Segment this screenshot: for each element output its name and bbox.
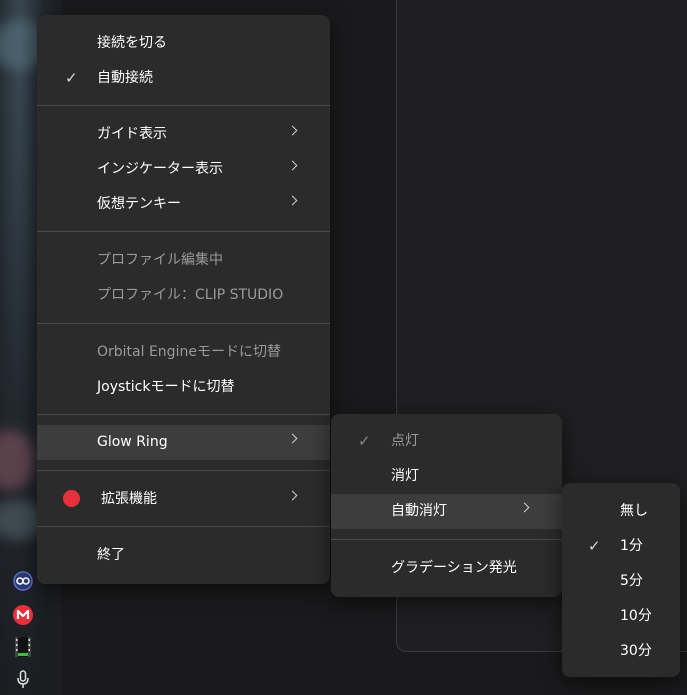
menu-item-disconnect[interactable]: 接続を切る	[37, 26, 330, 61]
menu-item-30min[interactable]: 30分	[562, 634, 680, 669]
menu-item-guide-display[interactable]: ガイド表示	[37, 117, 330, 152]
main-context-menu: 接続を切る ✓ 自動接続 ガイド表示 インジケーター表示 仮想テンキー プロファ…	[37, 15, 330, 584]
glow-ring-submenu: ✓ 点灯 消灯 自動消灯 グラデーション発光	[331, 414, 562, 597]
menu-item-label: 自動消灯	[391, 503, 447, 519]
menu-item-label: 30分	[620, 643, 652, 659]
menu-item-virtual-numpad[interactable]: 仮想テンキー	[37, 187, 330, 222]
chevron-right-icon	[287, 490, 298, 501]
menu-item-extensions[interactable]: 拡張機能	[37, 482, 330, 517]
menu-item-indicator-display[interactable]: インジケーター表示	[37, 152, 330, 187]
menu-item-label: Joystickモードに切替	[97, 379, 235, 395]
menu-separator	[37, 323, 330, 324]
menu-item-glow-ring[interactable]: Glow Ring	[37, 425, 330, 460]
menu-separator	[37, 414, 330, 415]
menu-item-10min[interactable]: 10分	[562, 599, 680, 634]
menu-item-label: Glow Ring	[97, 434, 168, 450]
film-icon[interactable]	[12, 636, 34, 658]
menu-separator	[37, 231, 330, 232]
chevron-right-icon	[287, 433, 298, 444]
chevron-right-icon	[287, 195, 298, 206]
menu-item-5min[interactable]: 5分	[562, 564, 680, 599]
menu-item-gradient-glow[interactable]: グラデーション発光	[331, 551, 562, 586]
menu-item-orbital-engine-mode: Orbital Engineモードに切替	[37, 335, 330, 370]
menu-item-profile-editing: プロファイル編集中	[37, 243, 330, 278]
menu-item-label: ガイド表示	[97, 126, 167, 142]
menu-item-auto-connect[interactable]: ✓ 自動接続	[37, 61, 330, 96]
checkmark-icon: ✓	[65, 69, 78, 87]
menu-item-label: 消灯	[391, 468, 419, 484]
menu-separator	[37, 105, 330, 106]
menu-item-1min[interactable]: ✓ 1分	[562, 529, 680, 564]
checkmark-icon: ✓	[588, 537, 601, 555]
orbital-engine-icon[interactable]	[12, 570, 34, 592]
menu-separator	[37, 526, 330, 527]
gmail-icon[interactable]	[12, 604, 34, 626]
menu-item-light-off[interactable]: 消灯	[331, 459, 562, 494]
chevron-right-icon	[287, 125, 298, 136]
status-dot-icon	[63, 490, 80, 507]
menu-separator	[331, 539, 562, 540]
menu-separator	[37, 470, 330, 471]
chevron-right-icon	[519, 502, 530, 513]
menu-item-exit[interactable]: 終了	[37, 538, 330, 573]
menu-item-label: Orbital Engineモードに切替	[97, 344, 281, 360]
menu-item-label: 自動接続	[97, 70, 153, 86]
menu-item-label: 仮想テンキー	[97, 196, 181, 212]
menu-item-label: グラデーション発光	[391, 560, 517, 576]
menu-item-label: インジケーター表示	[97, 161, 223, 177]
menu-item-profile-name: プロファイル：CLIP STUDIO	[37, 278, 330, 313]
microphone-icon[interactable]	[12, 668, 34, 690]
menu-item-label: 無し	[620, 503, 648, 519]
menu-item-none[interactable]: 無し	[562, 494, 680, 529]
menu-item-label: 拡張機能	[101, 491, 157, 507]
menu-item-label: プロファイル：CLIP STUDIO	[97, 287, 284, 303]
menu-item-label: 点灯	[391, 433, 419, 449]
menu-item-label: 接続を切る	[97, 35, 167, 51]
auto-off-submenu: 無し ✓ 1分 5分 10分 30分	[562, 483, 680, 677]
menu-item-auto-off[interactable]: 自動消灯	[331, 494, 562, 529]
chevron-right-icon	[287, 160, 298, 171]
menu-item-label: 終了	[97, 547, 125, 563]
menu-item-light-on: ✓ 点灯	[331, 424, 562, 459]
menu-item-label: 1分	[620, 538, 643, 554]
menu-item-joystick-mode[interactable]: Joystickモードに切替	[37, 370, 330, 405]
menu-item-label: 10分	[620, 608, 652, 624]
checkmark-icon: ✓	[358, 432, 371, 450]
menu-item-label: 5分	[620, 573, 643, 589]
menu-item-label: プロファイル編集中	[97, 252, 223, 268]
